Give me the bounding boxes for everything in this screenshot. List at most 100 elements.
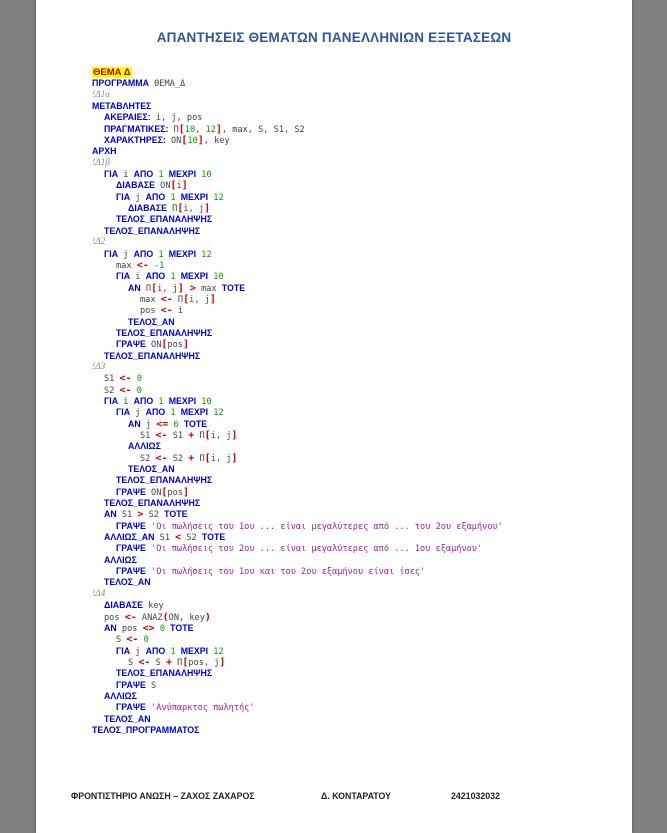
code-line: ΑΛΛΙΩΣ (92, 441, 503, 452)
code-identifier: ON, key (168, 612, 205, 623)
section-heading: ΘΕΜΑ Δ (92, 67, 132, 78)
code-number: 10 (196, 170, 212, 181)
code-keyword: ΓΙΑ (116, 271, 131, 282)
code-line: S <- 0 (92, 634, 503, 645)
code-keyword: ΓΙΑ (116, 191, 131, 202)
code-keyword: ΔΙΑΒΑΣΕ (128, 203, 167, 214)
code-string-literal: 'Οι πωλήσεις του 1ου και του 2ου εξαμήνο… (145, 567, 426, 578)
code-line: S2 <- S2 + Π[i, j] (92, 453, 503, 464)
code-operator: ) (204, 611, 211, 623)
code-identifier: i, j (210, 453, 232, 464)
code-keyword: ΤΕΛΟΣ_ΕΠΑΝΑΛΗΨΗΣ (116, 327, 213, 338)
code-identifier: pos (167, 340, 183, 351)
code-identifier: Π (166, 204, 178, 215)
code-operator: ] (204, 203, 211, 215)
footer-tutoring-center: ΦΡΟΝΤΙΣΤΗΡΙΟ ΑΝΩΣΗ – ΖΑΧΟΣ ΖΑΧΑΡΟΣ (71, 791, 255, 801)
code-identifier: i, j (183, 204, 205, 215)
code-operator: <> (142, 622, 155, 634)
code-identifier: j (140, 419, 157, 430)
code-line: ΤΕΛΟΣ_ΕΠΑΝΑΛΗΨΗΣ (92, 498, 503, 509)
code-identifier: ΘΕΜΑ_Δ (148, 79, 186, 90)
code-line: ΤΕΛΟΣ_ΠΡΟΓΡΑΜΜΑΤΟΣ (92, 725, 503, 736)
code-line: ΓΙΑ i ΑΠΟ 1 ΜΕΧΡΙ 10 (92, 396, 503, 407)
code-line: ΑΝ pos <> 0 ΤΟΤΕ (92, 623, 503, 634)
code-identifier: S (128, 657, 139, 668)
code-line: ΠΡΑΓΜΑΤΙΚΕΣ: Π[10, 12], max, S, S1, S2 (92, 124, 503, 135)
code-comment: !Δ3 (92, 361, 106, 372)
code-number: 0 (131, 374, 142, 385)
page-title: ΑΠΑΝΤΗΣΕΙΣ ΘΕΜΑΤΩΝ ΠΑΝΕΛΛΗΝΙΩΝ ΕΞΕΤΑΣΕΩΝ (156, 30, 512, 45)
code-line: ΤΕΛΟΣ_ΑΝ (92, 714, 503, 725)
code-keyword: ΤΕΛΟΣ_ΕΠΑΝΑΛΗΨΗΣ (116, 214, 213, 225)
code-identifier: i (118, 170, 134, 181)
code-line: ΓΙΑ j ΑΠΟ 1 ΜΕΧΡΙ 12 (92, 646, 503, 657)
code-operator: ] (231, 430, 238, 441)
code-line: ΓΡΑΨΕ 'Οι πωλήσεις του 1ου ... είναι μεγ… (92, 521, 503, 532)
footer-author: Δ. ΚΟΝΤΑΡΑΤΟΥ (321, 791, 391, 801)
code-identifier: max (195, 283, 222, 294)
code-line: ΓΡΑΨΕ ON[pos] (92, 487, 503, 498)
code-number: 1 (153, 170, 169, 181)
code-operator: <- (126, 634, 139, 646)
code-identifier: S1 (104, 374, 120, 385)
code-keyword: ΤΟΤΕ (170, 622, 194, 633)
code-keyword: ΓΙΑ (116, 645, 131, 656)
code-line: ΜΕΤΑΒΛΗΤΕΣ (92, 101, 503, 112)
code-keyword: ΤΕΛΟΣ_ΠΡΟΓΡΑΜΜΑΤΟΣ (92, 724, 200, 735)
document-page: ΑΠΑΝΤΗΣΕΙΣ ΘΕΜΑΤΩΝ ΠΑΝΕΛΛΗΝΙΩΝ ΕΞΕΤΑΣΕΩΝ… (36, 0, 632, 833)
code-line: ΤΕΛΟΣ_ΑΝ (92, 464, 503, 475)
code-line: ΤΕΛΟΣ_ΕΠΑΝΑΛΗΨΗΣ (92, 226, 503, 237)
code-keyword: ΤΕΛΟΣ_ΕΠΑΝΑΛΗΨΗΣ (116, 668, 213, 679)
code-line: ΓΙΑ j ΑΠΟ 1 ΜΕΧΡΙ 12 (92, 192, 503, 203)
code-identifier: S1 (154, 533, 176, 544)
code-operator: <- (160, 293, 173, 305)
code-identifier: S1 (140, 431, 156, 441)
code-comment: !Δ1α (92, 89, 111, 100)
code-keyword: ΜΕΧΡΙ (180, 407, 209, 418)
code-keyword: ΜΕΧΡΙ (168, 395, 197, 406)
code-keyword: ΓΡΑΨΕ (116, 566, 146, 577)
code-operator: <= (156, 418, 169, 430)
code-line: ΑΡΧΗ (92, 146, 503, 157)
code-identifier: i, j, pos (150, 113, 203, 124)
code-keyword: ΑΝ (104, 622, 117, 633)
code-line: ΓΙΑ i ΑΠΟ 1 ΜΕΧΡΙ 10 (92, 271, 503, 282)
code-line: S1 <- S1 + Π[i, j] (92, 430, 503, 441)
code-operator: <- (119, 373, 132, 385)
code-keyword: ΓΡΑΨΕ (116, 702, 146, 713)
code-keyword: ΤΕΛΟΣ_ΑΝ (128, 464, 175, 475)
code-operator: <- (136, 259, 149, 271)
code-operator: ] (182, 486, 189, 498)
code-keyword: ΑΠΟ (133, 395, 154, 406)
code-number: 10 (184, 124, 196, 135)
code-identifier: S2 (181, 533, 202, 544)
code-operator: <- (155, 430, 168, 441)
code-keyword: ΤΕΛΟΣ_ΕΠΑΝΑΛΗΨΗΣ (104, 350, 201, 361)
code-identifier: i (118, 396, 134, 407)
code-line: ΧΑΡΑΚΤΗΡΕΣ: ON[10], key (92, 135, 503, 146)
code-line: !Δ1β (92, 158, 503, 169)
code-number: 1 (165, 646, 181, 657)
code-keyword: ΔΙΑΒΑΣΕ (116, 180, 155, 191)
code-keyword: ΓΙΑ (104, 248, 119, 259)
code-number: 10 (187, 136, 198, 147)
code-number: 1 (165, 272, 181, 283)
code-identifier: S (145, 680, 157, 691)
code-line: max <- -1 (92, 260, 503, 271)
code-keyword: ΑΠΟ (145, 407, 166, 418)
code-number: 10 (208, 272, 224, 283)
code-identifier: Π (172, 294, 184, 305)
code-number: 12 (196, 249, 212, 260)
code-keyword: ΔΙΑΒΑΣΕ (104, 600, 143, 611)
code-line: ΑΝ Π[i, j] > max ΤΟΤΕ (92, 283, 503, 294)
code-operator: ] (219, 656, 226, 668)
code-line: !Δ1α (92, 90, 503, 101)
code-operator: > (183, 282, 196, 294)
code-number: 1 (165, 192, 181, 203)
code-keyword: ΑΛΛΙΩΣ (104, 690, 137, 701)
code-line: S1 <- 0 (92, 373, 503, 384)
code-line: ΑΚΕΡΑΙΕΣ: i, j, pos (92, 112, 503, 123)
code-number: 0 (154, 623, 171, 634)
code-keyword: ΓΙΑ (116, 407, 131, 418)
code-line: ΤΕΛΟΣ_ΕΠΑΝΑΛΗΨΗΣ (92, 214, 503, 225)
